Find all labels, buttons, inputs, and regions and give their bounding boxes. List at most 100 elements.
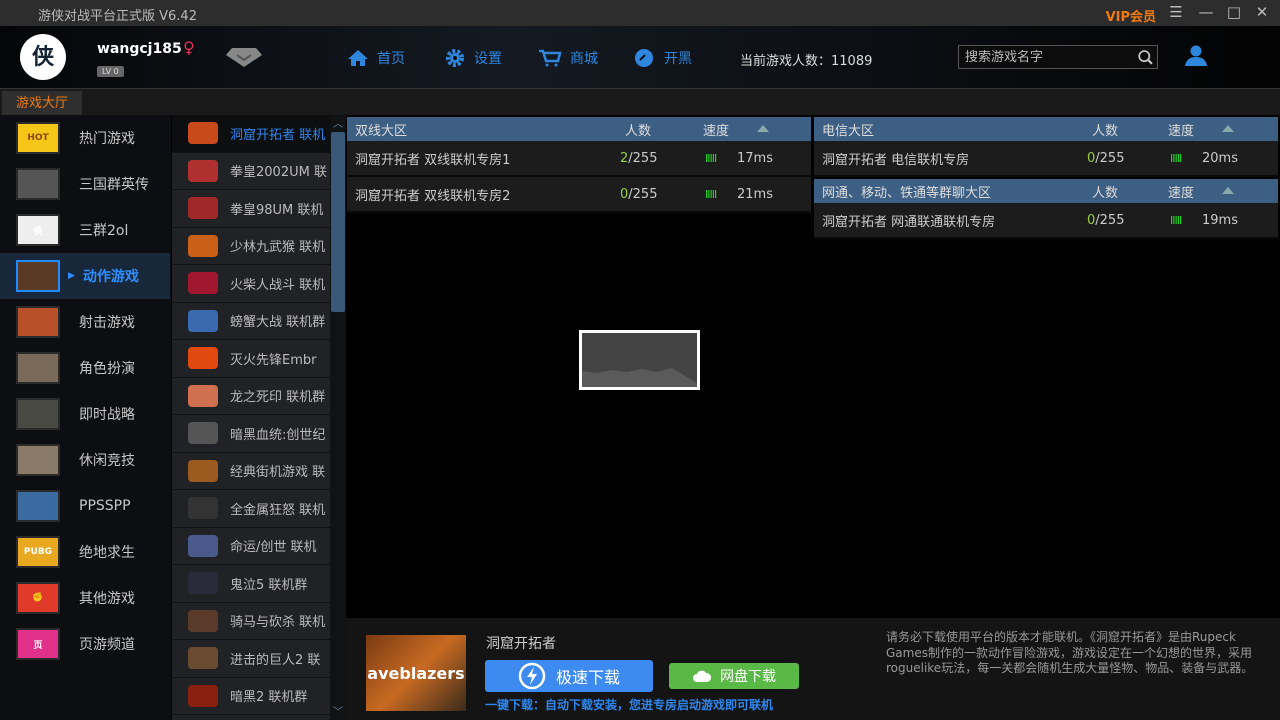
game-list-item[interactable]: 螃蟹大战 联机群 bbox=[172, 303, 330, 340]
players-header[interactable]: 人数 bbox=[625, 120, 651, 139]
game-list-item[interactable]: 暗黑2 联机群 bbox=[172, 678, 330, 715]
game-label: 暗黑2 联机群 bbox=[230, 690, 308, 706]
game-icon bbox=[188, 459, 218, 482]
sort-up-icon[interactable] bbox=[1222, 125, 1234, 132]
category-label: 动作游戏 bbox=[82, 269, 139, 285]
category-item[interactable]: HOT 热门游戏 bbox=[0, 115, 170, 161]
room-max-players: /255 bbox=[1095, 150, 1125, 166]
speed-header[interactable]: 速度 bbox=[1168, 182, 1194, 201]
game-label: 暗黑血统:创世纪 bbox=[230, 427, 326, 443]
cloud-icon bbox=[693, 670, 712, 682]
room-row[interactable]: 洞窟开拓者 电信联机专房 0/255 IIIII 20ms bbox=[814, 141, 1278, 177]
category-item[interactable]: 三国群英传 bbox=[0, 161, 170, 207]
scrollbar-thumb[interactable] bbox=[331, 132, 345, 312]
fast-download-label: 极速下载 bbox=[555, 668, 620, 687]
room-table-dianxin: 电信大区 人数 速度洞窟开拓者 电信联机专房 0/255 IIIII 20ms bbox=[814, 117, 1278, 177]
game-list-item[interactable]: 骑马与砍杀 联机 bbox=[172, 603, 330, 640]
game-icon bbox=[188, 684, 218, 707]
game-list-item[interactable]: 经典街机游戏 联 bbox=[172, 453, 330, 490]
nav-settings[interactable]: 设置 bbox=[444, 48, 502, 68]
search-icon[interactable] bbox=[1135, 47, 1157, 67]
category-icon bbox=[16, 444, 60, 476]
category-item[interactable]: PPSSPP bbox=[0, 483, 170, 529]
game-list-item[interactable]: 进击的巨人2 联 bbox=[172, 640, 330, 678]
tab-game-lobby[interactable]: 游戏大厅 bbox=[2, 91, 82, 116]
sort-up-icon[interactable] bbox=[1222, 187, 1234, 194]
user-icon[interactable] bbox=[1184, 45, 1208, 67]
fast-download-button[interactable]: 极速下载 bbox=[485, 660, 653, 692]
room-row[interactable]: 洞窟开拓者 双线联机专房1 2/255 IIIII 17ms bbox=[347, 141, 811, 177]
minimize-icon[interactable]: — bbox=[1196, 3, 1216, 21]
nav-team-label: 开黑 bbox=[664, 51, 692, 67]
category-label: 休闲竞技 bbox=[79, 453, 135, 469]
game-list-item[interactable]: 火柴人战斗 联机 bbox=[172, 265, 330, 303]
game-list-item[interactable]: 洞窟开拓者 联机 bbox=[172, 115, 330, 153]
game-list-item[interactable]: 命运/创世 联机 bbox=[172, 528, 330, 565]
signal-icon: IIIII bbox=[705, 187, 717, 201]
category-item[interactable]: ▶ 动作游戏 bbox=[0, 253, 170, 299]
game-icon bbox=[188, 497, 218, 520]
room-row[interactable]: 洞窟开拓者 网通联通联机专房 0/255 IIIII 19ms bbox=[814, 203, 1278, 239]
search-box[interactable] bbox=[958, 45, 1158, 69]
category-item[interactable]: 即时战略 bbox=[0, 391, 170, 437]
game-list-item[interactable]: 鬼泣5 联机群 bbox=[172, 565, 330, 603]
room-name: 洞窟开拓者 网通联通联机专房 bbox=[822, 214, 996, 230]
category-item[interactable]: PUBG 绝地求生 bbox=[0, 529, 170, 575]
cloud-download-button[interactable]: 网盘下载 bbox=[669, 663, 799, 689]
zone-title: 电信大区 bbox=[822, 123, 875, 139]
category-item[interactable]: 射击游戏 bbox=[0, 299, 170, 345]
search-input[interactable] bbox=[965, 49, 1135, 65]
game-icon bbox=[188, 309, 218, 332]
game-name: 洞窟开拓者 bbox=[486, 636, 556, 652]
players-header[interactable]: 人数 bbox=[1092, 120, 1118, 139]
cloud-download-label: 网盘下载 bbox=[720, 669, 776, 685]
scroll-down-icon[interactable]: ﹀ bbox=[333, 703, 343, 718]
game-list-item[interactable]: 灭火先锋Embr bbox=[172, 340, 330, 378]
room-max-players: /255 bbox=[1095, 212, 1125, 228]
diamond-icon[interactable] bbox=[225, 46, 263, 68]
category-item[interactable]: 角色扮演 bbox=[0, 345, 170, 391]
speed-header[interactable]: 速度 bbox=[703, 120, 729, 139]
table-header: 双线大区 人数 速度 bbox=[347, 117, 811, 141]
game-list-item[interactable]: 暗黑血统:创世纪 bbox=[172, 415, 330, 453]
category-item[interactable]: 侠 三群2ol bbox=[0, 207, 170, 253]
maximize-icon[interactable]: □ bbox=[1224, 3, 1244, 21]
category-icon: HOT bbox=[16, 122, 60, 154]
category-item[interactable]: ✊ 其他游戏 bbox=[0, 575, 170, 621]
room-players: 2/255 bbox=[620, 151, 657, 166]
game-list-item[interactable]: 龙之死印 联机群 bbox=[172, 378, 330, 415]
vip-link[interactable]: VIP会员 bbox=[1106, 6, 1156, 25]
nav-team[interactable]: 开黑 bbox=[634, 48, 692, 68]
game-list-item[interactable]: 拳皇2002UM 联 bbox=[172, 153, 330, 190]
category-item[interactable]: 休闲竞技 bbox=[0, 437, 170, 483]
category-item[interactable]: 页 页游频道 bbox=[0, 621, 170, 667]
category-label: 热门游戏 bbox=[79, 131, 135, 147]
nav-home[interactable]: 首页 bbox=[347, 48, 405, 68]
players-header[interactable]: 人数 bbox=[1092, 182, 1118, 201]
menu-icon[interactable]: ☰ bbox=[1166, 3, 1186, 21]
close-icon[interactable]: ✕ bbox=[1252, 3, 1272, 21]
sort-up-icon[interactable] bbox=[757, 125, 769, 132]
game-list-item[interactable]: 全金属狂怒 联机 bbox=[172, 490, 330, 528]
game-label: 少林九武猴 联机 bbox=[230, 240, 326, 256]
online-count: 当前游戏人数：11089 bbox=[740, 54, 873, 69]
room-ping: 21ms bbox=[737, 186, 773, 202]
nav-shop[interactable]: 商城 bbox=[538, 48, 598, 68]
category-label: 三国群英传 bbox=[79, 177, 149, 193]
scroll-up-icon[interactable]: ︿ bbox=[333, 115, 343, 130]
game-icon bbox=[188, 572, 218, 595]
room-name: 洞窟开拓者 电信联机专房 bbox=[822, 152, 970, 168]
category-icon bbox=[16, 490, 60, 522]
room-row[interactable]: 洞窟开拓者 双线联机专房2 0/255 IIIII 21ms bbox=[347, 177, 811, 213]
speed-header[interactable]: 速度 bbox=[1168, 120, 1194, 139]
game-list-item[interactable]: 少林九武猴 联机 bbox=[172, 228, 330, 265]
cart-icon bbox=[539, 49, 562, 67]
lightning-icon bbox=[518, 662, 546, 690]
game-label: 进击的巨人2 联 bbox=[230, 652, 321, 668]
game-list-item[interactable]: 拳皇98UM 联机 bbox=[172, 190, 330, 228]
game-label: 螃蟹大战 联机群 bbox=[230, 315, 326, 331]
window-title: 游侠对战平台正式版 V6.42 bbox=[38, 9, 197, 24]
room-max-players: /255 bbox=[628, 186, 658, 202]
room-table-shuangxian: 双线大区 人数 速度 洞窟开拓者 双线联机专房1 2/255 IIIII 17ms 洞窟开拓者… bbox=[347, 117, 811, 213]
avatar[interactable]: 侠 bbox=[20, 34, 66, 80]
